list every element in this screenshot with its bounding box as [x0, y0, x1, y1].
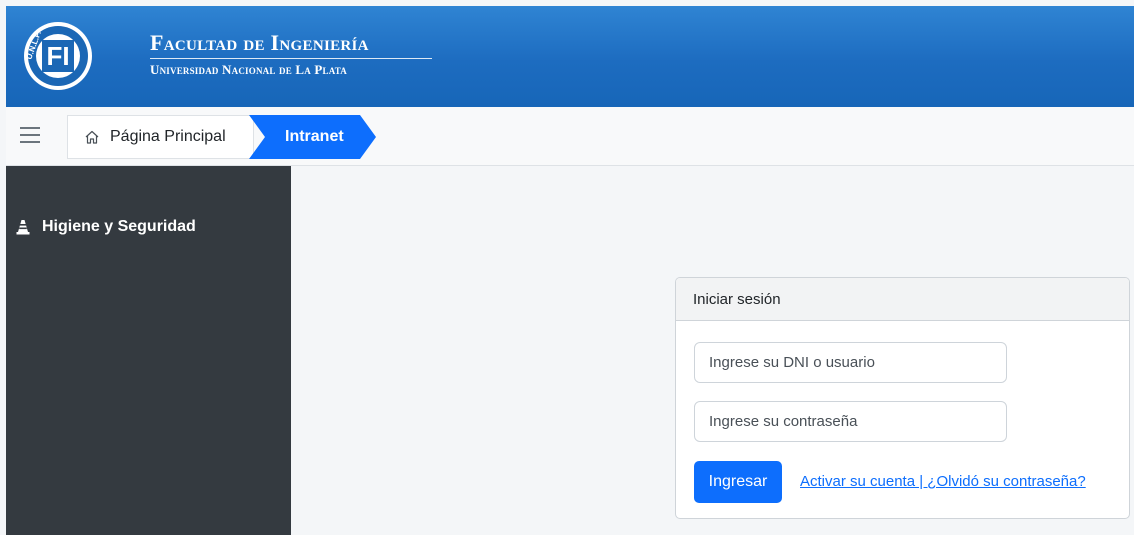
sidebar: Higiene y Seguridad [6, 166, 291, 535]
breadcrumb-home[interactable]: Página Principal [67, 115, 254, 159]
logo-letters: FI [46, 41, 69, 71]
brand-divider [150, 58, 432, 59]
breadcrumb: Página Principal Intranet [6, 107, 1134, 166]
breadcrumb-home-label: Página Principal [110, 128, 226, 145]
brand: Facultad de Ingeniería Universidad Nacio… [150, 30, 432, 78]
login-button[interactable]: Ingresar [694, 461, 782, 503]
faculty-logo[interactable]: FI U.N.L.P. [22, 20, 94, 92]
username-input[interactable] [694, 342, 1007, 383]
password-input[interactable] [694, 401, 1007, 442]
breadcrumb-intranet[interactable]: Intranet [249, 115, 376, 159]
hamburger-icon[interactable] [20, 127, 40, 145]
site-header: FI U.N.L.P. Facultad de Ingeniería Unive… [6, 6, 1134, 107]
home-icon [85, 130, 99, 144]
account-links[interactable]: Activar su cuenta | ¿Olvidó su contraseñ… [800, 473, 1086, 490]
brand-title: Facultad de Ingeniería [150, 30, 369, 55]
traffic-cone-icon [16, 220, 30, 235]
page: FI U.N.L.P. Facultad de Ingeniería Unive… [0, 0, 1134, 535]
login-card-title: Iniciar sesión [676, 278, 1129, 321]
sidebar-item-higiene-seguridad[interactable]: Higiene y Seguridad [16, 218, 196, 236]
login-card: Iniciar sesión Ingresar Activar su cuent… [675, 277, 1130, 519]
sidebar-item-label: Higiene y Seguridad [42, 218, 196, 235]
breadcrumb-intranet-label: Intranet [285, 128, 344, 145]
brand-subtitle: Universidad Nacional de La Plata [150, 62, 347, 77]
